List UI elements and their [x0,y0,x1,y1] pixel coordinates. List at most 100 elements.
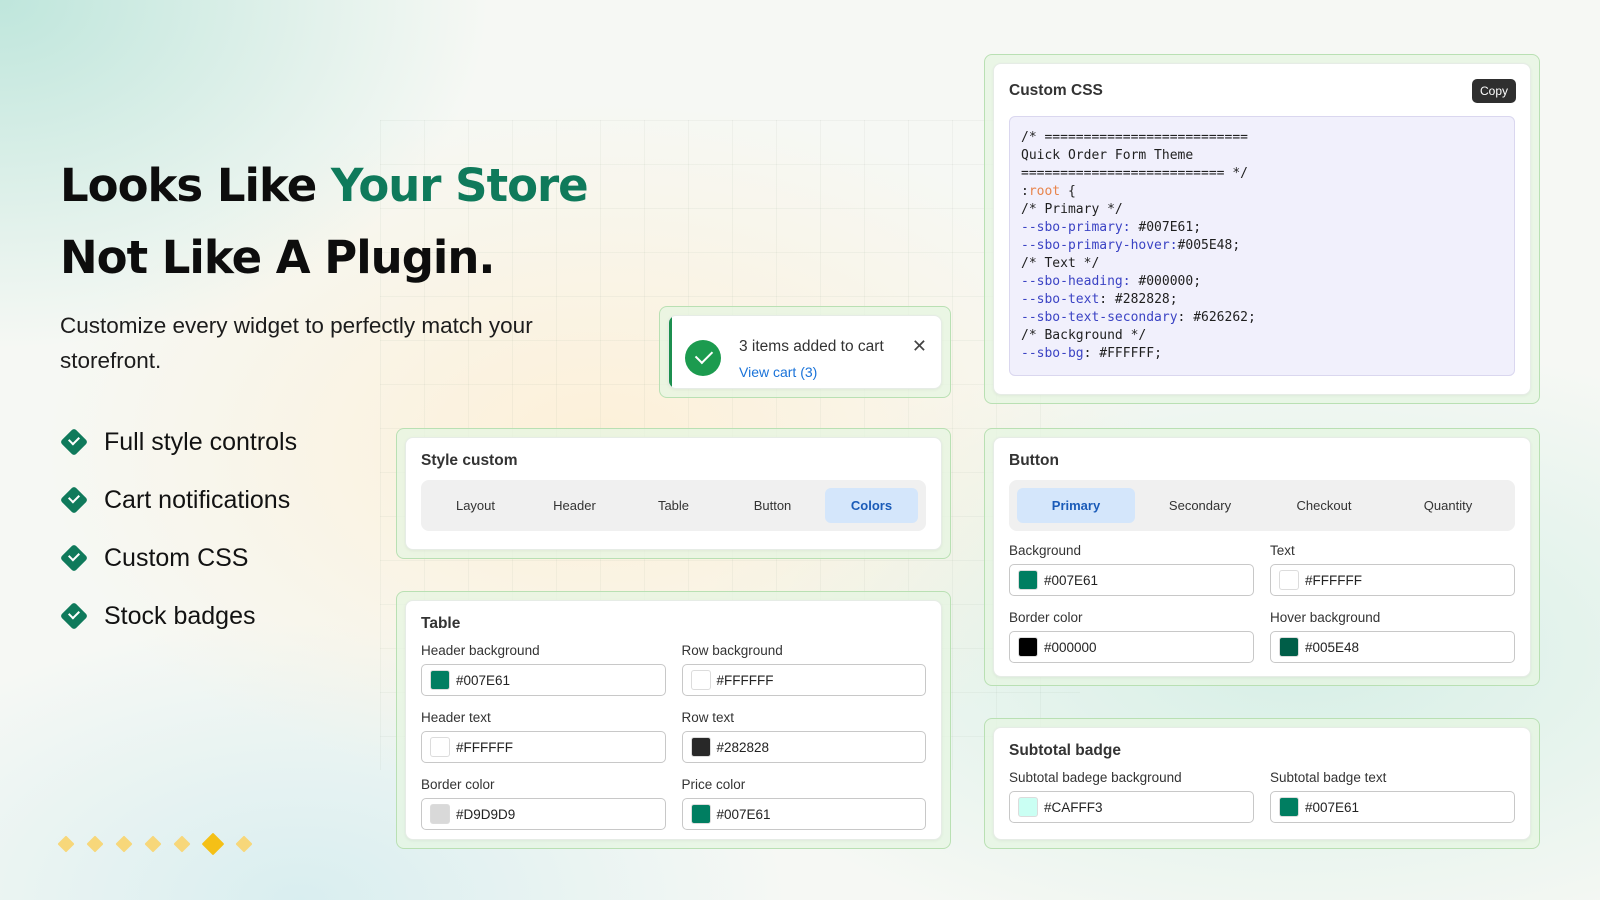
color-input[interactable]: #D9D9D9 [421,798,666,830]
code-line: --sbo-primary: #007E61; [1021,219,1503,237]
color-input[interactable]: #FFFFFF [681,664,926,696]
color-value: #007E61 [456,672,511,688]
tab-header[interactable]: Header [528,488,621,523]
view-cart-link[interactable]: View cart (3) [739,364,817,380]
tab-secondary[interactable]: Secondary [1141,488,1259,523]
tab-quantity[interactable]: Quantity [1389,488,1507,523]
feature-item: Full style controls [59,413,297,471]
tab-colors[interactable]: Colors [825,488,918,523]
code-token: : [1021,184,1029,199]
custom-css-panel: Custom CSS Copy /* =====================… [993,63,1531,395]
color-field-border-color: Border color #000000 [1009,610,1254,673]
code-token: : #282828; [1099,292,1178,307]
copy-button[interactable]: Copy [1471,79,1516,103]
code-line: /* Background */ [1021,327,1503,345]
subtotal-badge-panel: Subtotal badge Subtotal badege backgroun… [993,727,1531,840]
carousel-dot[interactable] [144,835,162,853]
color-input[interactable]: #FFFFFF [421,731,666,763]
code-line: /* Text */ [1021,255,1503,273]
carousel-dot[interactable] [173,835,191,853]
color-input[interactable]: #282828 [681,731,926,763]
carousel-dot[interactable] [235,835,253,853]
color-swatch[interactable] [430,804,450,824]
color-input[interactable]: #007E61 [681,798,926,830]
tab-primary[interactable]: Primary [1017,488,1135,523]
color-field-border-color: Border color #D9D9D9 [421,777,666,840]
hero-subtitle: Customize every widget to perfectly matc… [60,313,533,373]
tab-checkout[interactable]: Checkout [1265,488,1383,523]
field-label: Hover background [1270,610,1381,625]
color-input[interactable]: #FFFFFF [1270,564,1515,596]
code-token: --sbo-text [1021,292,1100,307]
field-label: Text [1270,543,1295,558]
color-value: #FFFFFF [1305,572,1362,588]
color-input[interactable]: #007E61 [421,664,666,696]
tab-table[interactable]: Table [627,488,720,523]
code-token: --sbo-heading: [1021,274,1131,289]
field-label: Subtotal badge text [1270,770,1387,785]
code-token: #000000; [1130,274,1202,289]
color-value: #007E61 [1305,799,1360,815]
color-value: #CAFFF3 [1044,799,1103,815]
toast-message: 3 items added to cart [739,338,884,355]
code-token: --sbo-primary: [1021,220,1131,235]
button-tabs: Primary Secondary Checkout Quantity [1009,480,1515,531]
tab-button[interactable]: Button [726,488,819,523]
code-token: /* Background */ [1021,328,1147,343]
code-line: ========================== */ [1021,165,1503,183]
color-swatch[interactable] [1279,637,1299,657]
color-input[interactable]: #007E61 [1009,564,1254,596]
color-swatch[interactable] [690,737,711,757]
code-token: ========================== */ [1021,166,1248,181]
color-swatch[interactable] [1018,637,1038,657]
color-value: #000000 [1044,639,1097,655]
code-token: /* ========================== [1021,130,1248,145]
color-input[interactable]: #005E48 [1270,631,1515,663]
color-swatch[interactable] [690,804,711,824]
color-value: #FFFFFF [456,739,513,755]
check-diamond-icon [59,485,89,515]
color-input[interactable]: #CAFFF3 [1009,791,1254,823]
code-token: --sbo-text-secondary [1021,310,1178,325]
close-icon[interactable]: ✕ [912,336,927,357]
carousel-dot[interactable] [201,832,225,856]
tab-layout[interactable]: Layout [429,488,522,523]
style-custom-title: Style custom [421,452,518,469]
field-label: Subtotal badege background [1009,770,1182,785]
code-line: Quick Order Form Theme [1021,147,1503,165]
css-code-editor[interactable]: /* ========================== Quick Order… [1009,116,1515,376]
color-swatch[interactable] [1279,570,1299,590]
code-line: :root { [1021,183,1503,201]
code-line: --sbo-text: #282828; [1021,291,1503,309]
color-swatch[interactable] [690,670,711,690]
color-swatch[interactable] [1018,797,1038,817]
color-field-header-text: Header text #FFFFFF [421,710,666,773]
color-swatch[interactable] [430,737,450,757]
custom-css-title: Custom CSS [1009,82,1103,99]
carousel-dot[interactable] [57,835,75,853]
table-settings-frame: Table Header background #007E61 Row backgr… [396,591,951,849]
color-field-header-background: Header background #007E61 [421,643,666,706]
color-swatch[interactable] [1018,570,1038,590]
feature-item: Stock badges [59,587,297,645]
color-input[interactable]: #000000 [1009,631,1254,663]
hero-line-1: Looks Like Your Store [60,150,620,222]
color-swatch[interactable] [1279,797,1299,817]
color-swatch[interactable] [430,670,450,690]
color-field-subtotal-badege-background: Subtotal badege background #CAFFF3 [1009,770,1254,833]
carousel-dot[interactable] [115,835,133,853]
table-settings-title: Table [421,615,461,632]
toast-accent-bar [669,316,672,388]
feature-label: Cart notifications [104,485,291,514]
subtotal-badge-frame: Subtotal badge Subtotal badege backgroun… [984,718,1540,849]
carousel-dot[interactable] [86,835,104,853]
feature-label: Custom CSS [104,543,249,572]
code-token: /* Text */ [1021,256,1100,271]
code-token: #005E48; [1177,238,1241,253]
button-settings-frame: Button Primary Secondary Checkout Quantity … [984,428,1540,686]
check-diamond-icon [59,601,89,631]
code-line: /* Primary */ [1021,201,1503,219]
success-check-icon [685,340,721,376]
code-token: #007E61; [1130,220,1202,235]
color-input[interactable]: #007E61 [1270,791,1515,823]
